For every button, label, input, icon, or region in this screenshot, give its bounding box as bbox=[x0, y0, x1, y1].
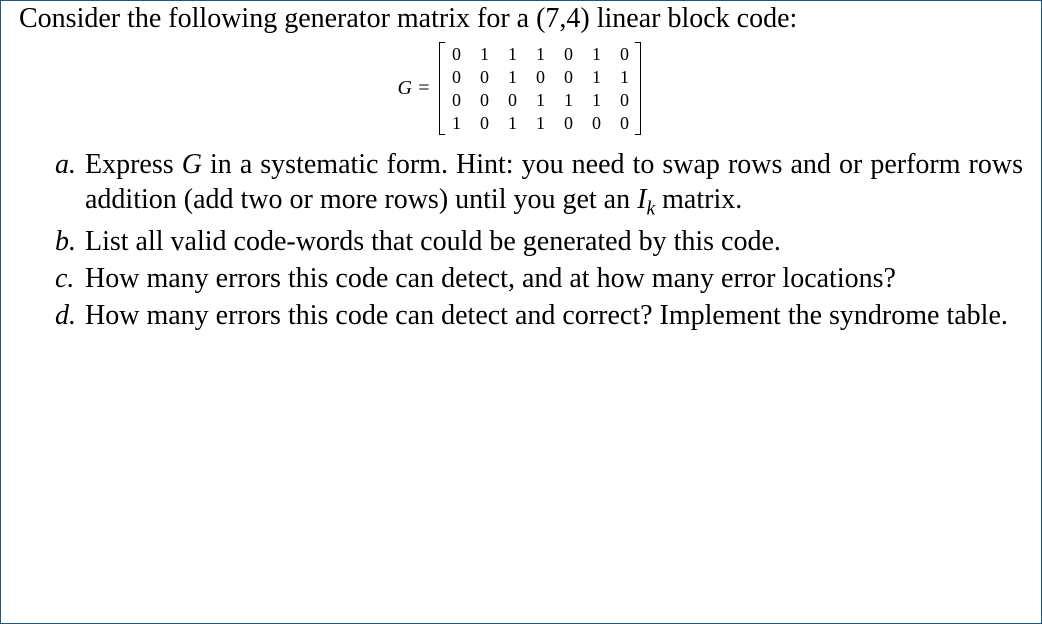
intro-text: Consider the following generator matrix … bbox=[19, 1, 1023, 36]
generator-matrix-equation: G = 0 1 1 1 0 1 0 0 0 1 0 0 1 1 0 0 0 bbox=[19, 42, 1023, 135]
cell: 1 bbox=[534, 114, 546, 132]
cell: 1 bbox=[534, 45, 546, 63]
problem-c-text: How many errors this code can detect, an… bbox=[85, 263, 896, 294]
matrix-label: G = bbox=[398, 77, 431, 100]
page-border: Consider the following generator matrix … bbox=[0, 0, 1042, 624]
cell: 0 bbox=[478, 114, 490, 132]
cell: 0 bbox=[618, 45, 630, 63]
cell: 0 bbox=[534, 68, 546, 86]
marker-b: b. bbox=[55, 224, 76, 259]
cell: 0 bbox=[450, 68, 462, 86]
problem-a: a. Express G in a systematic form. Hint:… bbox=[55, 147, 1023, 222]
cell: 1 bbox=[590, 45, 602, 63]
cell: 0 bbox=[618, 114, 630, 132]
cell: 0 bbox=[478, 91, 490, 109]
problem-list: a. Express G in a systematic form. Hint:… bbox=[19, 147, 1023, 333]
problem-c: c. How many errors this code can detect,… bbox=[55, 261, 1023, 296]
matrix-content: 0 1 1 1 0 1 0 0 0 1 0 0 1 1 0 0 0 1 1 1 bbox=[444, 42, 636, 135]
cell: 1 bbox=[562, 91, 574, 109]
cell: 0 bbox=[506, 91, 518, 109]
cell: 1 bbox=[590, 68, 602, 86]
marker-c: c. bbox=[55, 261, 74, 296]
bracket-left bbox=[436, 42, 444, 135]
problem-d-text: How many errors this code can detect and… bbox=[85, 300, 1008, 331]
bracket-right bbox=[636, 42, 644, 135]
cell: 0 bbox=[562, 114, 574, 132]
cell: 1 bbox=[450, 114, 462, 132]
cell: 1 bbox=[506, 114, 518, 132]
matrix-brackets: 0 1 1 1 0 1 0 0 0 1 0 0 1 1 0 0 0 1 1 1 bbox=[436, 42, 644, 135]
cell: 1 bbox=[506, 45, 518, 63]
cell: 0 bbox=[450, 91, 462, 109]
cell: 0 bbox=[590, 114, 602, 132]
marker-a: a. bbox=[55, 147, 76, 182]
problem-b-text: List all valid code-words that could be … bbox=[85, 226, 781, 257]
cell: 1 bbox=[534, 91, 546, 109]
cell: 0 bbox=[562, 45, 574, 63]
problem-b: b. List all valid code-words that could … bbox=[55, 224, 1023, 259]
cell: 1 bbox=[618, 68, 630, 86]
cell: 0 bbox=[618, 91, 630, 109]
marker-d: d. bbox=[55, 298, 76, 333]
cell: 0 bbox=[562, 68, 574, 86]
problem-d: d. How many errors this code can detect … bbox=[55, 298, 1023, 333]
cell: 1 bbox=[506, 68, 518, 86]
cell: 0 bbox=[478, 68, 490, 86]
cell: 1 bbox=[478, 45, 490, 63]
cell: 0 bbox=[450, 45, 462, 63]
cell: 1 bbox=[590, 91, 602, 109]
